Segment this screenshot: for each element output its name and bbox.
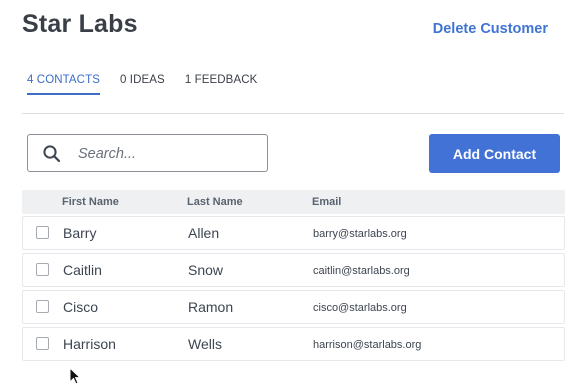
first-name-cell: Caitlin: [63, 262, 102, 278]
first-name-cell: Barry: [63, 225, 97, 241]
first-name-cell: Harrison: [63, 336, 116, 352]
tabs-divider: [22, 113, 564, 114]
email-cell: caitlin@starlabs.org: [313, 265, 410, 277]
last-name-cell: Wells: [188, 336, 222, 352]
last-name-cell: Ramon: [188, 299, 234, 315]
table-row[interactable]: Caitlin Snow caitlin@starlabs.org: [22, 253, 565, 287]
email-cell: barry@starlabs.org: [313, 228, 407, 240]
column-header-first-name[interactable]: First Name: [62, 196, 119, 208]
tab-bar: 4 CONTACTS 0 IDEAS 1 FEEDBACK: [27, 74, 257, 95]
tab-contacts[interactable]: 4 CONTACTS: [27, 74, 100, 95]
row-checkbox[interactable]: [36, 337, 49, 350]
last-name-cell: Allen: [188, 225, 220, 241]
row-checkbox[interactable]: [36, 263, 49, 276]
tab-feedback[interactable]: 1 FEEDBACK: [185, 74, 258, 95]
search-box[interactable]: [27, 134, 268, 172]
table-row[interactable]: Barry Allen barry@starlabs.org: [22, 216, 565, 250]
table-header: First Name Last Name Email: [22, 190, 565, 214]
table-row[interactable]: Harrison Wells harrison@starlabs.org: [22, 327, 565, 361]
email-cell: cisco@starlabs.org: [313, 302, 407, 314]
first-name-cell: Cisco: [63, 299, 99, 315]
column-header-email[interactable]: Email: [312, 196, 341, 208]
page-title: Star Labs: [22, 10, 138, 38]
tab-ideas[interactable]: 0 IDEAS: [120, 74, 165, 95]
delete-customer-link[interactable]: Delete Customer: [433, 21, 548, 37]
mouse-cursor-icon: [69, 367, 81, 385]
last-name-cell: Snow: [188, 262, 224, 278]
row-checkbox[interactable]: [36, 226, 49, 239]
row-checkbox[interactable]: [36, 300, 49, 313]
add-contact-button[interactable]: Add Contact: [429, 134, 560, 173]
email-cell: harrison@starlabs.org: [313, 339, 422, 351]
column-header-last-name[interactable]: Last Name: [187, 196, 243, 208]
table-row[interactable]: Cisco Ramon cisco@starlabs.org: [22, 290, 565, 324]
search-icon: [43, 145, 61, 163]
search-input[interactable]: [76, 143, 260, 165]
